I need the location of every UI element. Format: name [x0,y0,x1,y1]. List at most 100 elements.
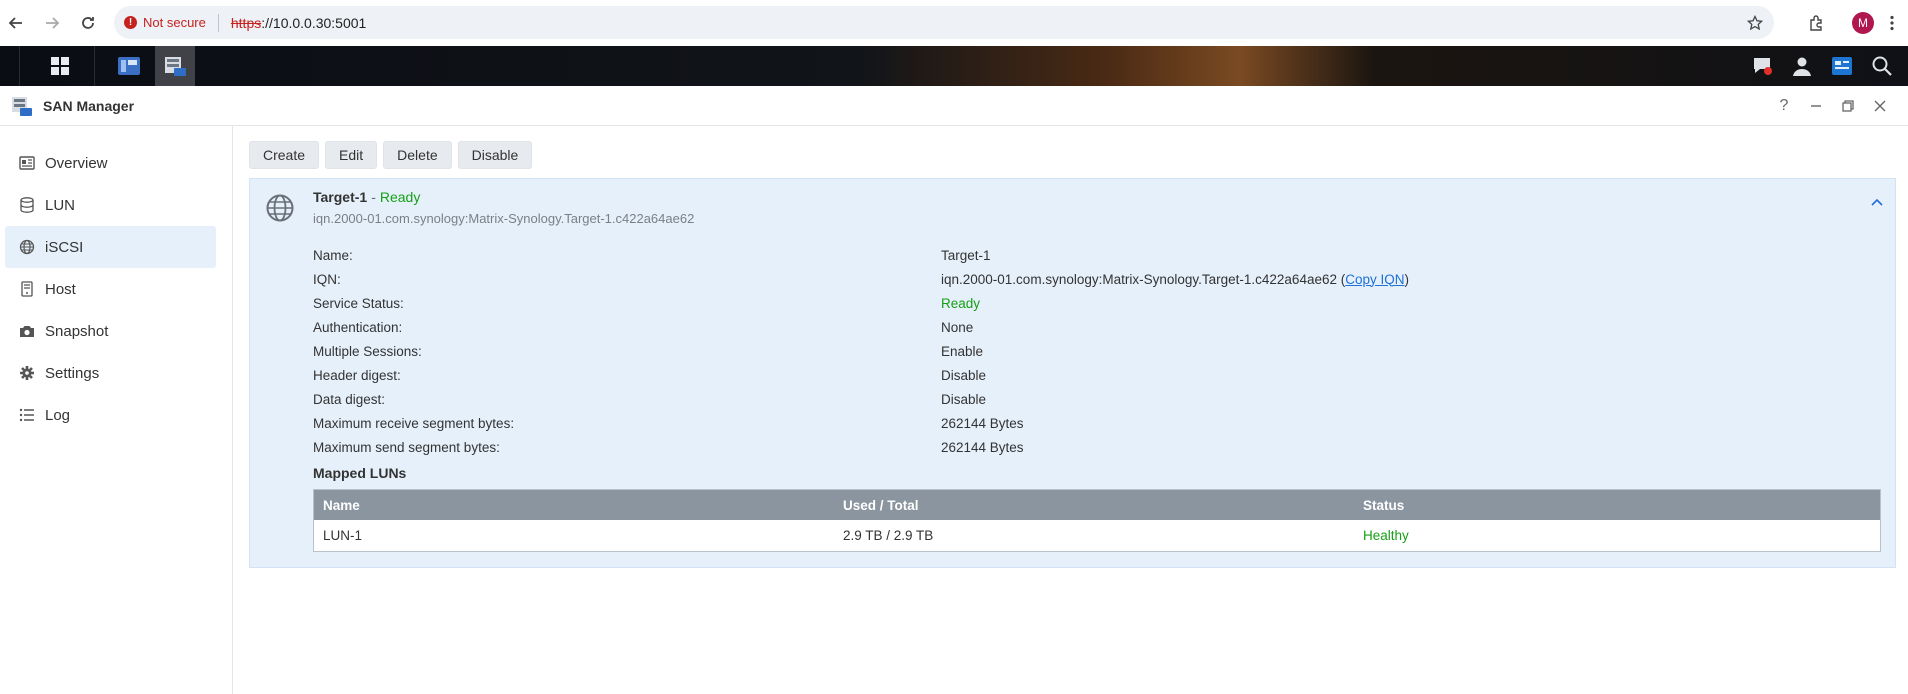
globe-icon [18,238,36,256]
edit-button[interactable]: Edit [325,141,378,169]
url-scheme: https [230,14,262,31]
property-label: Name: [313,247,353,263]
profile-avatar[interactable]: M [1848,8,1878,38]
lun-name: LUN-1 [323,528,363,543]
property-label: Multiple Sessions: [313,343,422,359]
extensions-icon[interactable] [1802,8,1832,38]
sidebar-item-label: Overview [45,154,108,172]
property-row: Authentication: None [313,315,1873,339]
storage-manager-app-icon[interactable] [109,46,149,86]
url-host: ://10.0.0.30:5001 [261,14,367,31]
forward-icon[interactable] [38,9,66,37]
property-row: Name: Target-1 [313,243,1873,267]
target-panel[interactable]: Target-1- Ready iqn.2000-01.com.synology:… [249,178,1896,568]
property-label: Service Status: [313,295,404,311]
property-label: Header digest: [313,367,401,383]
overview-icon [18,154,36,172]
reload-icon[interactable] [74,9,102,37]
mapped-luns-table: Name Used / Total Status LUN-1 2.9 TB / … [313,489,1881,552]
property-label: Maximum send segment bytes: [313,439,500,455]
column-header-status[interactable]: Status [1354,498,1880,513]
property-label: Data digest: [313,391,386,407]
delete-button[interactable]: Delete [383,141,452,169]
sidebar-item-label: Snapshot [45,322,109,340]
property-row: Data digest: Disable [313,387,1873,411]
divider [94,46,95,86]
window-titlebar: SAN Manager ? [0,86,1908,126]
security-label: Not secure [143,15,206,30]
target-properties: Name: Target-1 IQN: iqn.2000-01.com.syno… [313,243,1873,459]
help-icon[interactable]: ? [1768,90,1800,122]
property-value: Enable [941,343,984,359]
browser-toolbar: ! Not secure https://10.0.0.30:5001 M [0,0,1908,46]
menu-kebab-icon[interactable] [1882,8,1902,38]
sidebar-item-host[interactable]: Host [5,268,216,310]
sidebar-item-label: Host [45,280,76,298]
property-value: Disable [941,391,987,407]
lun-status: Healthy [1363,528,1409,543]
property-row: Maximum receive segment bytes: 262144 By… [313,411,1873,435]
lun-used-total: 2.9 TB / 2.9 TB [843,528,934,543]
window-title: SAN Manager [43,97,135,114]
property-value: None [941,319,974,335]
dsm-taskbar [0,46,1908,86]
property-value: Disable [941,367,987,383]
chevron-up-icon[interactable] [1869,195,1885,211]
create-button[interactable]: Create [249,141,320,169]
minimize-icon[interactable] [1800,90,1832,122]
address-bar[interactable]: ! Not secure https://10.0.0.30:5001 [114,6,1774,39]
property-label: Maximum receive segment bytes: [313,415,515,431]
target-iqn-subtitle: iqn.2000-01.com.synology:Matrix-Synology… [313,211,695,226]
target-status: Ready [379,189,421,205]
sidebar-item-settings[interactable]: Settings [5,352,216,394]
property-value: Ready [941,295,981,311]
sidebar-item-snapshot[interactable]: Snapshot [5,310,216,352]
globe-icon [266,194,294,222]
notification-chat-icon[interactable] [1742,46,1782,86]
table-header: Name Used / Total Status [314,490,1880,520]
table-row[interactable]: LUN-1 2.9 TB / 2.9 TB Healthy [314,520,1880,551]
property-row: Header digest: Disable [313,363,1873,387]
property-value-iqn: iqn.2000-01.com.synology:Matrix-Synology… [941,271,1410,287]
title-separator: - [371,189,376,205]
disable-button[interactable]: Disable [457,141,533,169]
column-header-name[interactable]: Name [314,498,834,513]
column-header-used-total[interactable]: Used / Total [834,498,1354,513]
target-title: Target-1- Ready [313,189,420,205]
iqn-value: iqn.2000-01.com.synology:Matrix-Synology… [941,271,1337,287]
sidebar-item-iscsi[interactable]: iSCSI [5,226,216,268]
security-chip[interactable]: ! Not secure [124,15,206,30]
host-icon [18,280,36,298]
property-label: Authentication: [313,319,403,335]
property-row: Service Status: Ready [313,291,1873,315]
mapped-luns-title: Mapped LUNs [313,465,407,481]
database-icon [18,196,36,214]
user-icon[interactable] [1782,46,1822,86]
property-row: IQN: iqn.2000-01.com.synology:Matrix-Syn… [313,267,1873,291]
san-manager-app-icon[interactable] [155,46,195,86]
divider [217,13,219,32]
back-icon[interactable] [2,9,30,37]
action-toolbar: Create Edit Delete Disable [249,141,538,169]
target-name: Target-1 [313,189,368,205]
sidebar-item-label: Settings [45,364,100,382]
search-icon[interactable] [1862,46,1902,86]
sidebar-item-lun[interactable]: LUN [5,184,216,226]
close-icon[interactable] [1864,90,1896,122]
sidebar-item-label: iSCSI [45,238,84,256]
widgets-icon[interactable] [1822,46,1862,86]
restore-icon[interactable] [1832,90,1864,122]
sidebar-item-label: Log [45,406,71,424]
property-row: Maximum send segment bytes: 262144 Bytes [313,435,1873,459]
san-manager-logo-icon [12,96,32,116]
sidebar-item-log[interactable]: Log [5,394,216,436]
sidebar-item-overview[interactable]: Overview [5,142,216,184]
property-value: 262144 Bytes [941,415,1024,431]
main-content: Create Edit Delete Disable Target-1- Read… [233,126,1908,694]
list-icon [18,406,36,424]
copy-iqn-link[interactable]: Copy IQN [1345,272,1404,287]
bookmark-star-icon[interactable] [1740,8,1770,38]
property-row: Multiple Sessions: Enable [313,339,1873,363]
main-menu-icon[interactable] [40,46,80,86]
gear-icon [18,364,36,382]
